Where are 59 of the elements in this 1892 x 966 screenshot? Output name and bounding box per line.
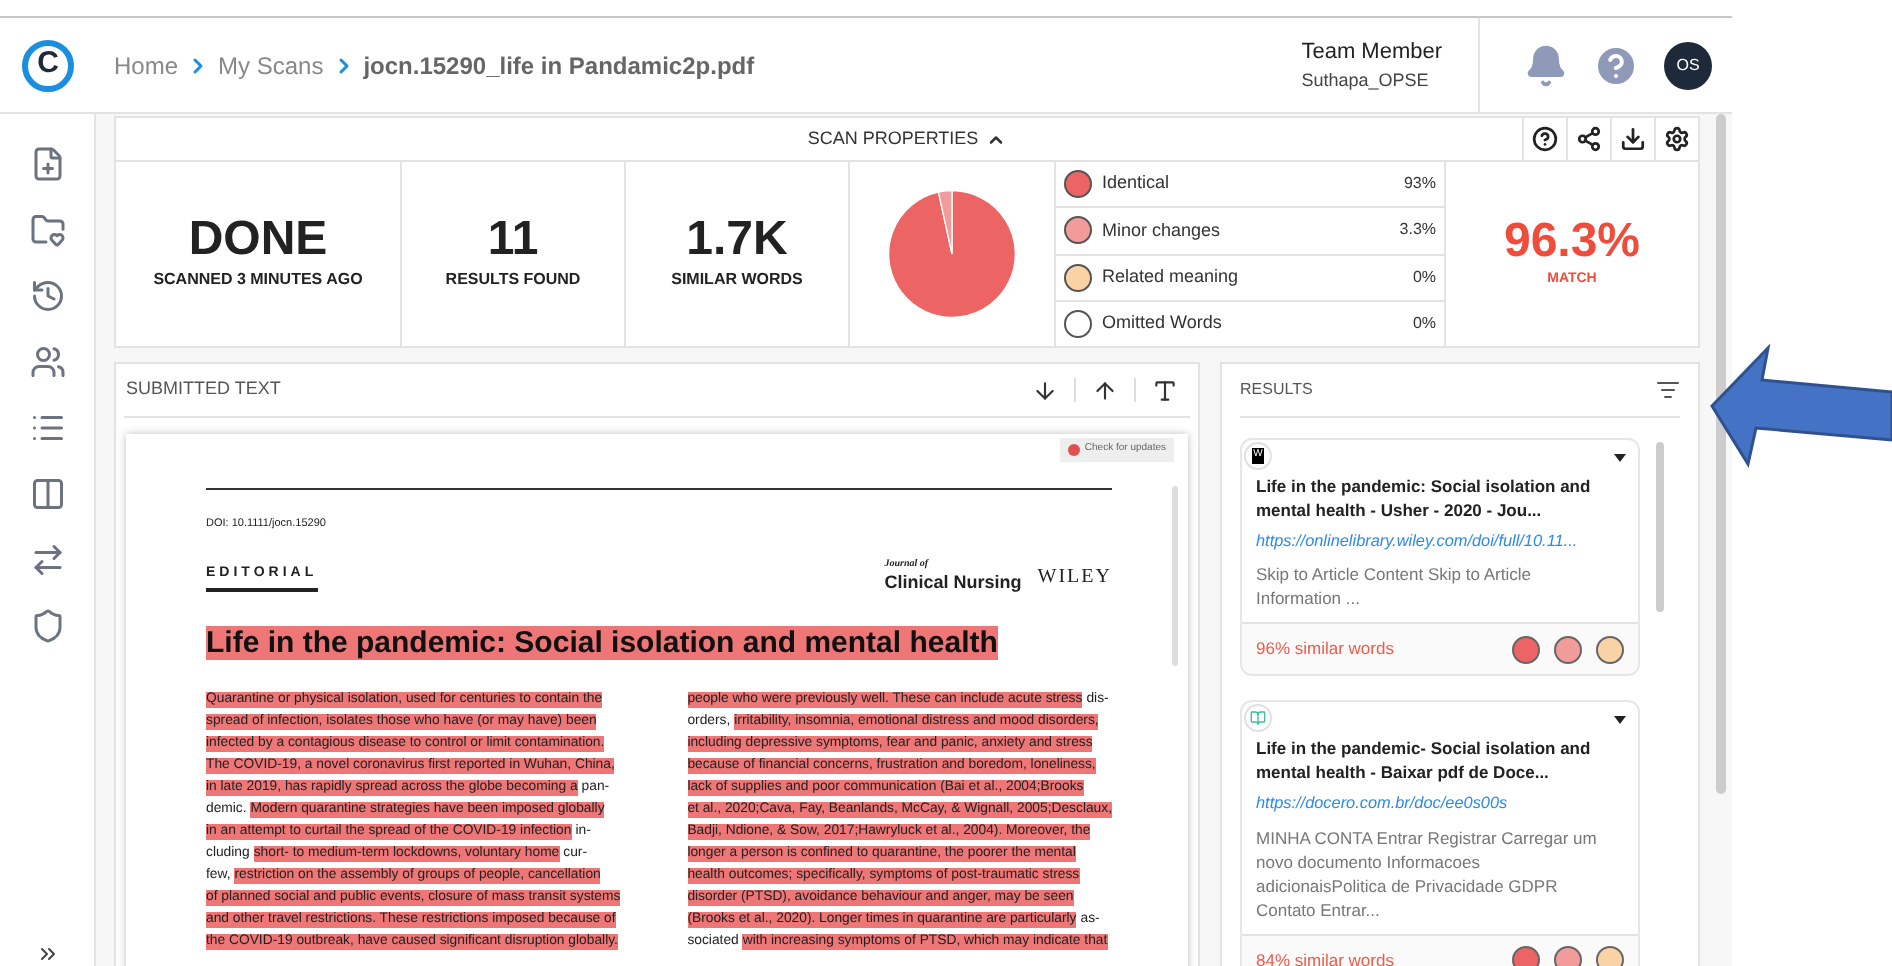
journal-name: Clinical Nursing bbox=[884, 573, 1022, 591]
breadcrumb-link[interactable]: My Scans bbox=[218, 47, 324, 83]
match-percent: 96.3% bbox=[1503, 217, 1641, 266]
arrows-icon[interactable] bbox=[29, 542, 65, 578]
result-card[interactable] bbox=[1240, 700, 1640, 966]
share-icon[interactable] bbox=[1576, 126, 1602, 152]
result-title: Life in the pandemic- Social isolation and mental health - Baixar pdf de Doce... bbox=[1256, 736, 1593, 785]
breadcrumb-link[interactable]: Home bbox=[114, 47, 179, 83]
document-title: Life in the pandemic: Social isolation and mental health bbox=[206, 625, 998, 659]
panel-title: RESULTS bbox=[1240, 378, 1313, 402]
arrow-down-icon[interactable] bbox=[1032, 377, 1058, 403]
similarity-text: 96% similar words bbox=[1256, 636, 1394, 663]
legend-label: Related meaning bbox=[1102, 263, 1239, 290]
arrow-up-icon[interactable] bbox=[1092, 377, 1118, 403]
download-icon[interactable] bbox=[1620, 126, 1646, 152]
panel-title: SUBMITTED TEXT bbox=[126, 376, 281, 403]
users-icon[interactable] bbox=[29, 344, 65, 380]
expand-sidebar-icon[interactable] bbox=[35, 942, 59, 966]
legend-label: Omitted Words bbox=[1102, 310, 1222, 337]
legend-percent: 3.3% bbox=[1399, 218, 1436, 243]
stat-label: SCANNED 3 MINUTES AGO bbox=[153, 268, 363, 292]
caret-icon[interactable] bbox=[1614, 454, 1626, 462]
text-size-icon[interactable] bbox=[1152, 377, 1178, 403]
stat-label: SIMILAR WORDS bbox=[671, 268, 803, 292]
result-title: Life in the pandemic: Social isolation and mental health - Usher - 2020 - Jou... bbox=[1256, 474, 1593, 522]
legend-label: Minor changes bbox=[1102, 217, 1221, 244]
result-url[interactable]: https://docero.com.br/doc/ee0s00s bbox=[1256, 792, 1610, 818]
folder-icon[interactable] bbox=[29, 212, 65, 248]
scan-properties-toggle[interactable]: SCAN PROPERTIES bbox=[807, 125, 1007, 153]
stat-value: 11 bbox=[487, 216, 539, 264]
columns-icon[interactable] bbox=[29, 476, 65, 512]
stat-value: 1.7K bbox=[686, 216, 788, 264]
shield-icon[interactable] bbox=[29, 608, 65, 644]
user-role: Team Member bbox=[1301, 37, 1442, 67]
publisher-name: WILEY bbox=[1037, 563, 1112, 591]
legend-percent: 0% bbox=[1412, 311, 1436, 336]
legend-percent: 93% bbox=[1403, 172, 1436, 197]
legend-percent: 0% bbox=[1412, 265, 1436, 290]
filter-icon[interactable] bbox=[1656, 378, 1680, 402]
book-icon bbox=[1250, 710, 1266, 727]
legend-label: Identical bbox=[1102, 170, 1170, 197]
user-name: Suthapa_OPSE bbox=[1301, 68, 1431, 94]
notifications-icon[interactable] bbox=[1524, 43, 1568, 87]
help-icon[interactable] bbox=[1532, 126, 1558, 152]
history-icon[interactable] bbox=[29, 278, 65, 314]
caret-icon[interactable] bbox=[1614, 716, 1626, 725]
app-logo[interactable]: C bbox=[22, 39, 74, 91]
result-snippet: MINHA CONTA Entrar Registrar Carregar um novo documento Informacoes adicionaisPolitica de Privacidade GDPR Contato Entrar... bbox=[1256, 825, 1599, 922]
similarity-text: 84% similar words bbox=[1256, 947, 1394, 966]
user-avatar[interactable]: OS bbox=[1664, 41, 1712, 89]
result-card[interactable] bbox=[1240, 438, 1640, 677]
result-snippet: Skip to Article Content Skip to Article Information ... bbox=[1256, 562, 1533, 611]
breadcrumb-link[interactable]: jocn.15290_life in Pandamic2p.pdf bbox=[363, 47, 755, 83]
list-icon[interactable] bbox=[29, 410, 65, 446]
file-plus-icon[interactable] bbox=[29, 146, 65, 182]
result-url[interactable]: https://onlinelibrary.wiley.com/doi/full/10.11... bbox=[1256, 530, 1610, 555]
stat-value: DONE bbox=[188, 216, 328, 264]
settings-icon[interactable] bbox=[1664, 126, 1690, 152]
stat-label: RESULTS FOUND bbox=[445, 268, 581, 292]
